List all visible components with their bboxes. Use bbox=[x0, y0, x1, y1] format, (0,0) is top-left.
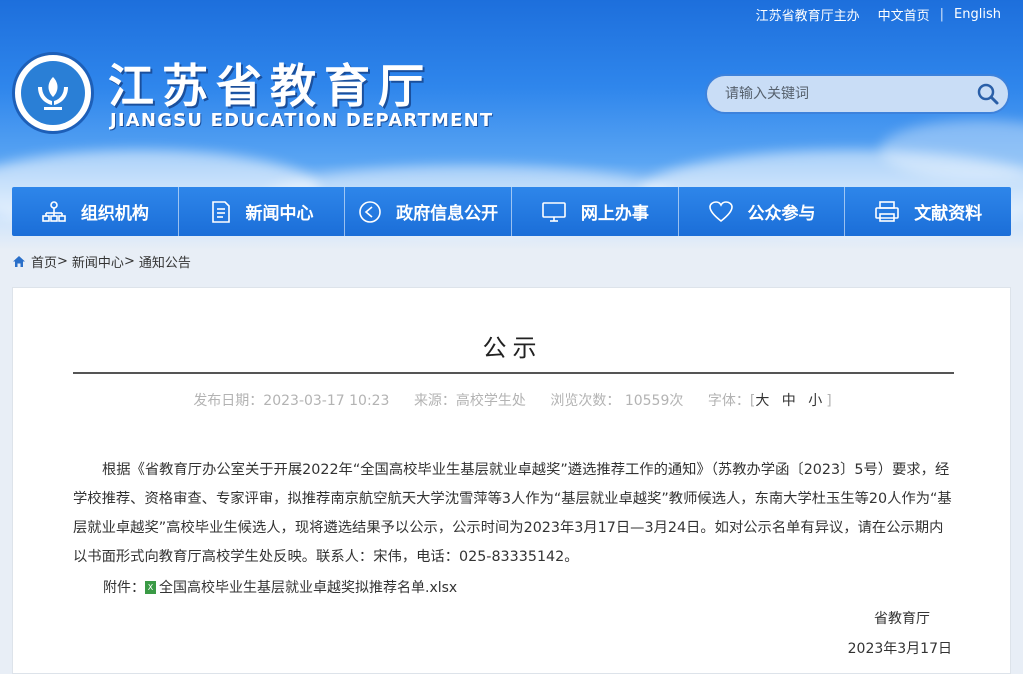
document-icon bbox=[211, 200, 230, 223]
play-circle-icon bbox=[359, 200, 381, 223]
article-meta: 发布日期：2023-03-17 10:23 来源：高校学生处 浏览次数： 105… bbox=[13, 390, 1012, 410]
chinese-home-link[interactable]: 中文首页 bbox=[878, 5, 930, 24]
attachment-row: 附件： X 全国高校毕业生基层就业卓越奖拟推荐名单.xlsx bbox=[103, 577, 457, 597]
emblem-icon bbox=[21, 61, 85, 125]
sponsor-link[interactable]: 江苏省教育厅主办 bbox=[756, 5, 860, 24]
article-body: 根据《省教育厅办公室关于开展2022年“全国高校毕业生基层就业卓越奖”遴选推荐工… bbox=[73, 462, 952, 565]
search-box bbox=[705, 74, 1010, 114]
main-nav: 组织机构 新闻中心 政府信息公开 网上办事 公众参与 文献资料 bbox=[12, 187, 1011, 236]
publish-date: 发布日期：2023-03-17 10:23 bbox=[193, 393, 390, 409]
article-source: 来源：高校学生处 bbox=[413, 393, 526, 409]
nav-item-news[interactable]: 新闻中心 bbox=[179, 187, 346, 236]
org-chart-icon bbox=[42, 200, 66, 222]
english-link[interactable]: English bbox=[954, 7, 1001, 22]
breadcrumb-home[interactable]: 首页 bbox=[31, 252, 57, 271]
article-title: 公示 bbox=[482, 334, 543, 362]
top-links: 江苏省教育厅主办 中文首页 | English bbox=[755, 5, 1001, 24]
nav-item-public-participation[interactable]: 公众参与 bbox=[679, 187, 846, 236]
heart-icon bbox=[708, 200, 733, 222]
breadcrumb: 首页 > 新闻中心 > 通知公告 bbox=[12, 252, 191, 271]
signature-date: 2023年3月17日 bbox=[847, 641, 952, 657]
font-size-options[interactable]: 大 中 小 bbox=[755, 393, 826, 409]
nav-item-documents[interactable]: 文献资料 bbox=[845, 187, 1011, 236]
attachment-label: 附件： bbox=[103, 580, 145, 596]
breadcrumb-news[interactable]: 新闻中心 bbox=[72, 252, 124, 271]
home-icon bbox=[13, 256, 25, 267]
excel-file-icon: X bbox=[145, 580, 156, 594]
site-logo[interactable] bbox=[12, 52, 94, 134]
article-panel: 公示 发布日期：2023-03-17 10:23 来源：高校学生处 浏览次数： … bbox=[12, 287, 1011, 674]
search-button[interactable] bbox=[968, 76, 1008, 112]
breadcrumb-current[interactable]: 通知公告 bbox=[139, 252, 191, 271]
nav-item-gov-info[interactable]: 政府信息公开 bbox=[345, 187, 513, 236]
title-divider bbox=[73, 372, 954, 374]
signature: 省教育厅 bbox=[874, 611, 930, 627]
search-input[interactable] bbox=[707, 86, 968, 102]
font-size-control: 字体：[大 中 小] bbox=[707, 393, 832, 409]
search-icon bbox=[977, 83, 999, 105]
attachment-link[interactable]: X 全国高校毕业生基层就业卓越奖拟推荐名单.xlsx bbox=[145, 577, 457, 597]
site-title: 江苏省教育厅 bbox=[108, 59, 432, 113]
nav-item-organization[interactable]: 组织机构 bbox=[12, 187, 179, 236]
monitor-icon bbox=[542, 201, 566, 222]
printer-icon bbox=[875, 200, 899, 222]
nav-item-online-service[interactable]: 网上办事 bbox=[512, 187, 679, 236]
site-subtitle: JIANGSU EDUCATION DEPARTMENT bbox=[110, 110, 494, 131]
view-count: 浏览次数： 10559次 bbox=[550, 393, 684, 409]
